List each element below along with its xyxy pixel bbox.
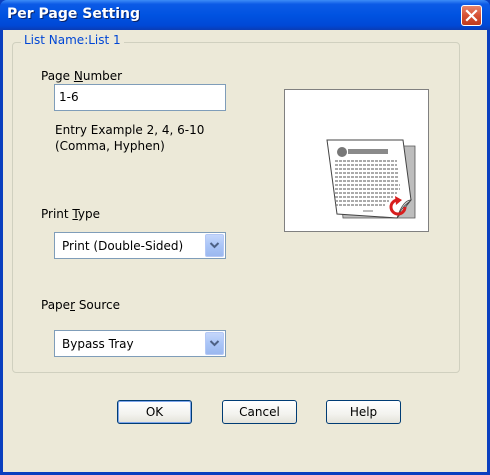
close-button[interactable]: [461, 5, 482, 26]
paper-source-dropdown-button[interactable]: [205, 332, 224, 355]
print-type-dropdown-button[interactable]: [205, 234, 224, 257]
print-type-select[interactable]: Print (Double-Sided): [54, 232, 226, 259]
ok-button[interactable]: OK: [117, 400, 192, 424]
paper-source-value: Bypass Tray: [62, 337, 134, 351]
page-number-input[interactable]: 1-6: [54, 84, 226, 111]
print-type-value: Print (Double-Sided): [62, 239, 184, 253]
help-button[interactable]: Help: [326, 400, 401, 424]
cancel-button[interactable]: Cancel: [222, 400, 297, 424]
title-bar[interactable]: Per Page Setting: [0, 0, 490, 30]
group-title: List Name:List 1: [21, 33, 124, 47]
page-preview-panel: [284, 89, 429, 232]
page-number-label: Page Number: [41, 69, 123, 83]
double-sided-page-icon: [326, 139, 416, 219]
window-title: Per Page Setting: [7, 6, 141, 22]
print-type-label: Print Type: [41, 207, 100, 221]
close-icon: [465, 9, 478, 22]
paper-source-select[interactable]: Bypass Tray: [54, 330, 226, 357]
page-number-hint-line2: (Comma, Hyphen): [55, 139, 165, 153]
page-number-hint-line1: Entry Example 2, 4, 6-10: [55, 123, 205, 137]
paper-source-label: Paper Source: [41, 298, 121, 312]
chevron-down-icon: [209, 340, 220, 347]
chevron-down-icon: [209, 242, 220, 249]
